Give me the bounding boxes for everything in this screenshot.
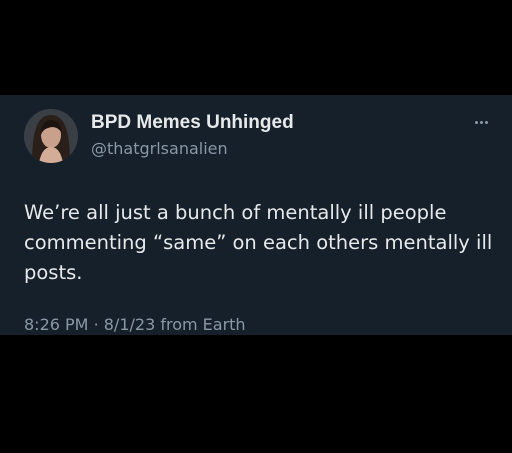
tweet-text: We’re all just a bunch of mentally ill p… — [24, 201, 493, 284]
more-horizontal-icon-dot — [484, 120, 488, 124]
tweet-date[interactable]: 8/1/23 — [104, 315, 156, 334]
more-horizontal-icon — [474, 120, 478, 124]
tweet-time[interactable]: 8:26 PM — [24, 315, 88, 334]
more-options-button[interactable] — [470, 115, 492, 129]
author-handle[interactable]: @thatgrlsanalien — [91, 139, 228, 158]
author-display-name[interactable]: BPD Memes Unhinged — [91, 112, 294, 134]
more-horizontal-icon-dot — [479, 120, 483, 124]
profile-photo-icon — [24, 109, 78, 163]
screenshot-frame: BPD Memes Unhinged @thatgrlsanalien We’r… — [0, 0, 512, 453]
meta-separator: · — [93, 315, 99, 334]
avatar[interactable] — [24, 109, 78, 163]
tweet-source: from Earth — [160, 315, 246, 334]
tweet-metadata: 8:26 PM · 8/1/23 from Earth — [24, 315, 246, 334]
tweet-card: BPD Memes Unhinged @thatgrlsanalien We’r… — [0, 95, 512, 335]
